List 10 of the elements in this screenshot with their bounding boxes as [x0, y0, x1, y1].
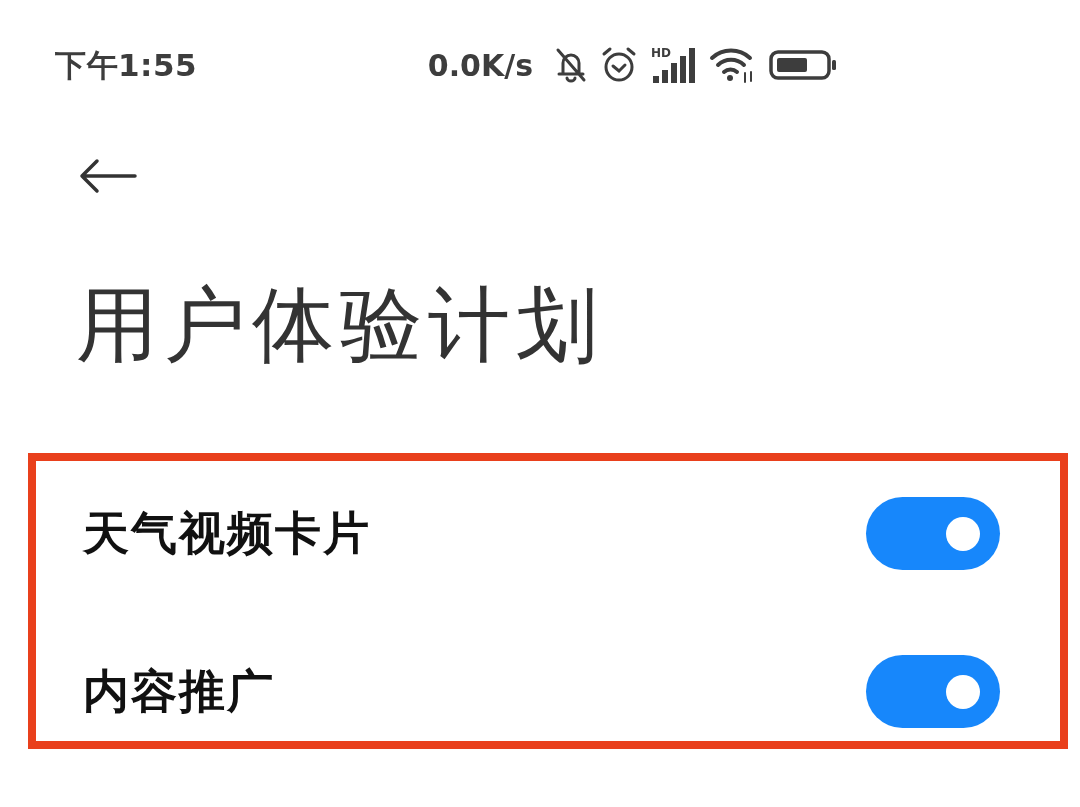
network-speed: 0.0K/s — [427, 46, 533, 85]
muted-bell-icon — [555, 47, 587, 83]
back-arrow-icon — [79, 158, 137, 194]
page-title: 用户体验计划 — [76, 284, 605, 366]
alarm-clock-icon — [601, 46, 637, 84]
battery-icon — [769, 50, 837, 80]
wifi-icon — [709, 47, 755, 83]
setting-label: 内容推广 — [83, 663, 275, 720]
setting-label: 天气视频卡片 — [83, 505, 371, 562]
status-time: 下午1:55 — [55, 45, 198, 85]
